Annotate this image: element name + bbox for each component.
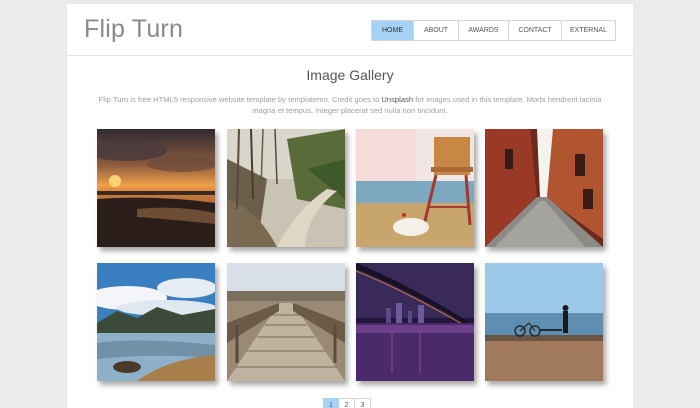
gallery-image-mountain-lake[interactable] bbox=[97, 263, 215, 381]
unsplash-link[interactable]: Unsplash bbox=[381, 95, 413, 104]
gallery-image-sunset-beach[interactable] bbox=[97, 129, 215, 247]
page-title: Image Gallery bbox=[306, 67, 394, 83]
nav-contact[interactable]: CONTACT bbox=[509, 21, 562, 40]
nav-awards[interactable]: AWARDS bbox=[459, 21, 509, 40]
gallery-image-lifeguard-tower[interactable] bbox=[356, 129, 474, 247]
page-3-button[interactable]: 3 bbox=[355, 398, 371, 408]
site-header: Flip Turn HOME ABOUT AWARDS CONTACT EXTE… bbox=[67, 4, 633, 56]
nav-home[interactable]: HOME bbox=[372, 21, 414, 40]
page-2-button[interactable]: 2 bbox=[339, 398, 355, 408]
gallery-image-forest-road[interactable] bbox=[227, 129, 345, 247]
intro-text-start: Flip Turn is free HTML5 responsive websi… bbox=[98, 95, 382, 104]
nav-about[interactable]: ABOUT bbox=[414, 21, 459, 40]
site-logo-text[interactable]: Flip Turn bbox=[84, 15, 183, 44]
gallery-image-bench-sea[interactable] bbox=[485, 263, 603, 381]
gallery-image-wooden-bridge[interactable] bbox=[227, 263, 345, 381]
nav-external[interactable]: EXTERNAL bbox=[562, 21, 615, 40]
intro-text: Flip Turn is free HTML5 responsive websi… bbox=[95, 94, 605, 116]
page-1-button[interactable]: 1 bbox=[323, 398, 339, 408]
main-nav: HOME ABOUT AWARDS CONTACT EXTERNAL bbox=[371, 20, 616, 41]
gallery-image-bridge-night[interactable] bbox=[356, 263, 474, 381]
pagination: 1 2 3 bbox=[323, 398, 371, 408]
gallery-image-alley-street[interactable] bbox=[485, 129, 603, 247]
page-container: Flip Turn HOME ABOUT AWARDS CONTACT EXTE… bbox=[67, 4, 633, 408]
